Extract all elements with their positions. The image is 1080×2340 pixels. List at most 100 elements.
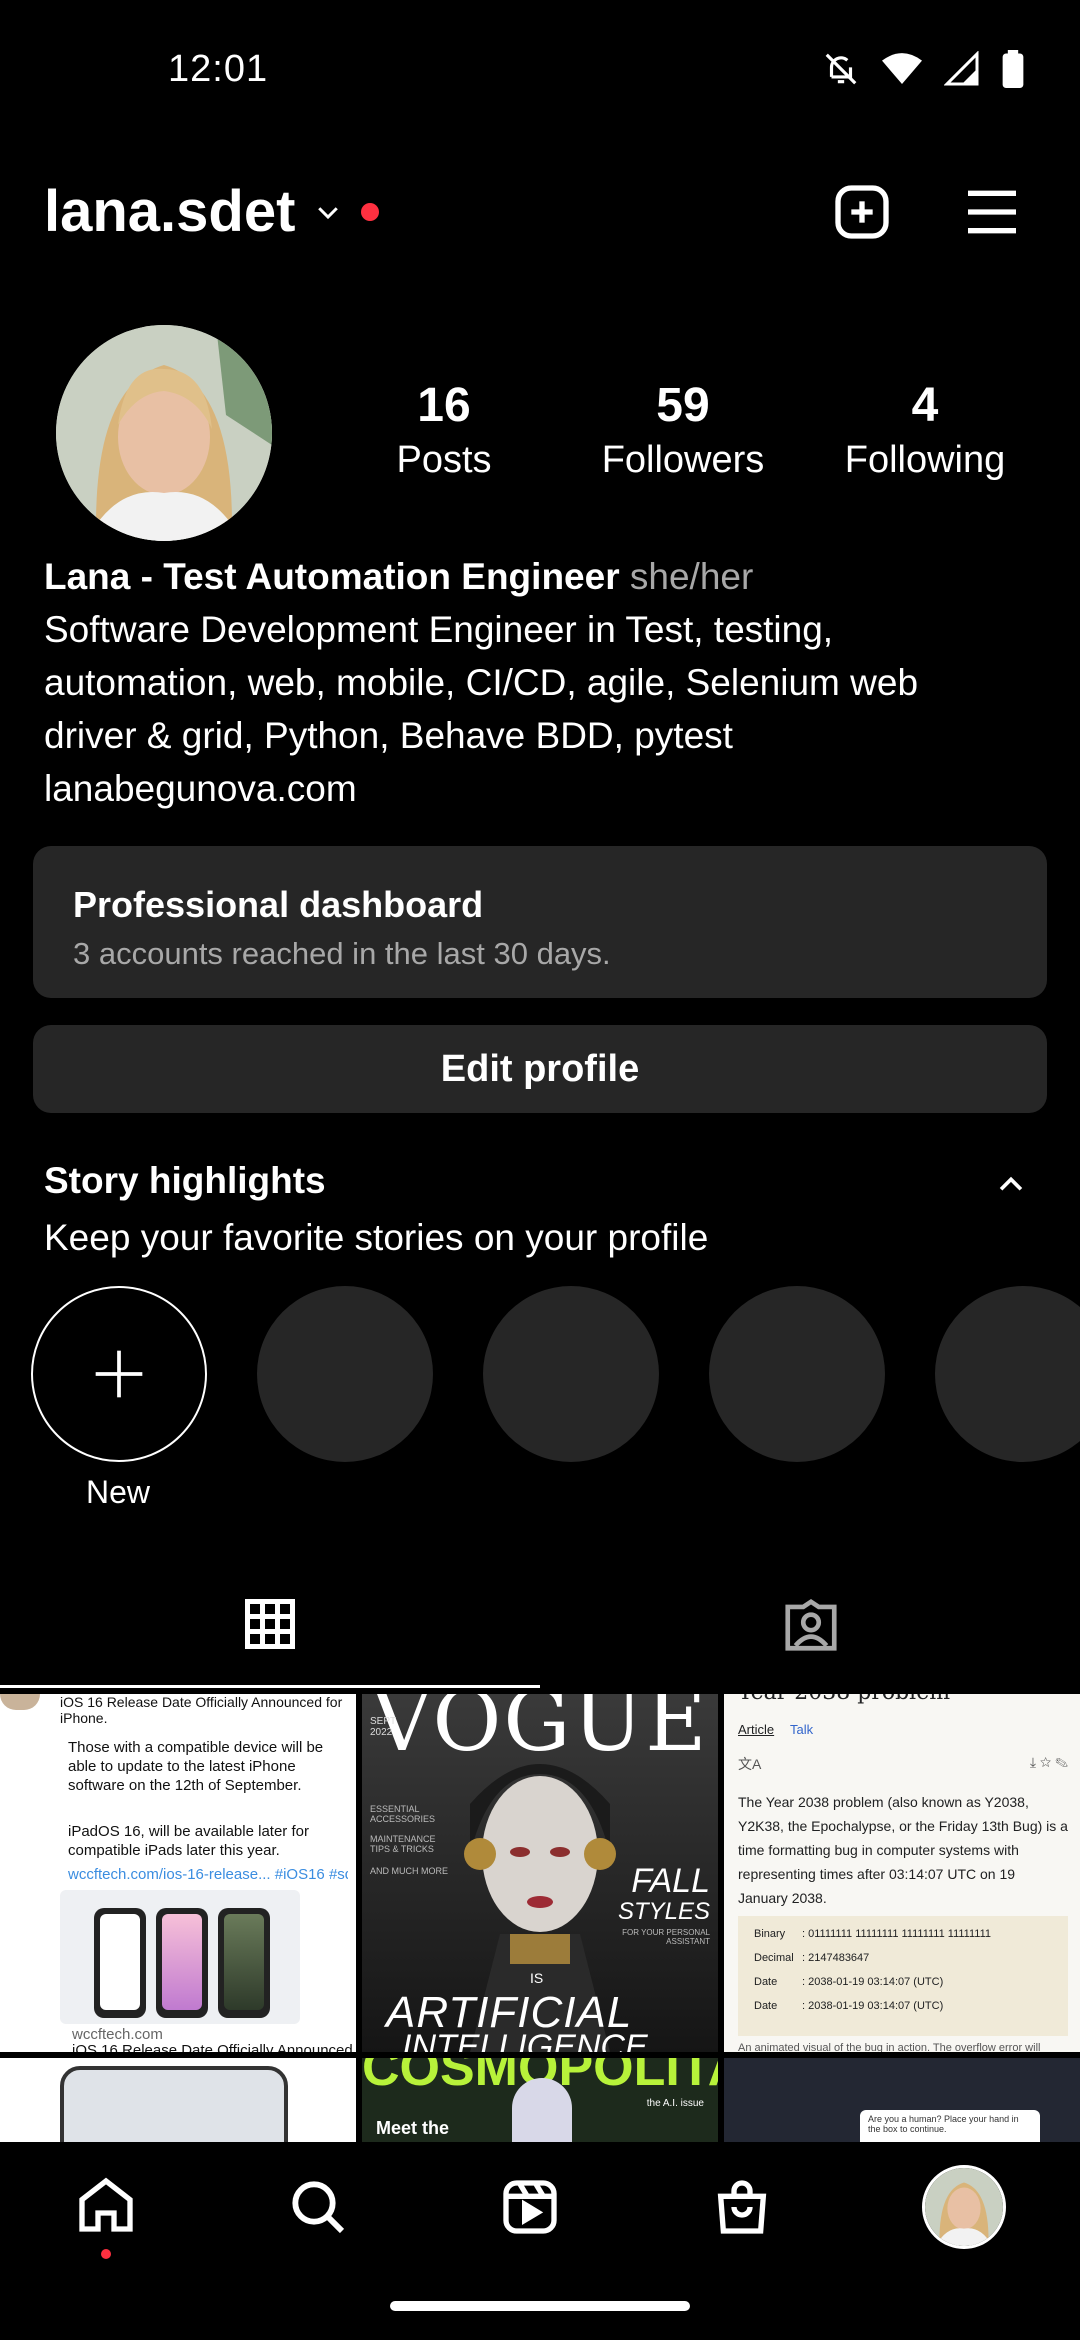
professional-dashboard-button[interactable]: Professional dashboard 3 accounts reache… — [33, 846, 1047, 998]
status-icons — [822, 50, 1024, 88]
article-tools-icons: ⤓ ☆ ✎ — [1029, 1754, 1068, 1770]
bio-line: automation, web, mobile, CI/CD, agile, S… — [44, 662, 919, 703]
profile-bio: Lana - Test Automation Engineer she/her … — [44, 550, 1044, 815]
post-thumbnail[interactable]: Are you a human? Place your hand in the … — [724, 2058, 1080, 2142]
post-thumbnail[interactable]: iOS 16 Release Date Officially Announced… — [0, 1694, 356, 2052]
following-count: 4 — [911, 379, 939, 432]
display-name: Lana - Test Automation Engineer — [44, 556, 620, 597]
stat-followers[interactable]: 59 Followers — [588, 378, 778, 482]
article-paragraph: The Year 2038 problem (also known as Y20… — [738, 1794, 1068, 1906]
shop-icon[interactable] — [710, 2175, 774, 2239]
create-post-icon[interactable] — [830, 180, 894, 244]
info-value: : 2038-01-19 03:14:07 (UTC) — [802, 1976, 944, 1988]
stat-following[interactable]: 4 Following — [830, 378, 1020, 482]
website-link[interactable]: lanabegunova.com — [44, 762, 1044, 815]
new-highlight-label: New — [86, 1474, 151, 1510]
translate-icon: 文A — [738, 1756, 762, 1772]
article-caption: An animated visual of the bug in action.… — [738, 2042, 1041, 2052]
post-text: iOS 16 Release Date Officially Announced… — [60, 1694, 343, 1726]
chevron-down-icon — [318, 206, 339, 219]
stat-posts[interactable]: 16 Posts — [364, 378, 524, 482]
cover-text: FALL — [631, 1862, 710, 1900]
chevron-up-icon[interactable] — [994, 1168, 1028, 1202]
home-icon — [79, 2177, 133, 2232]
info-key: Date — [754, 1976, 778, 1988]
cover-text: IS — [530, 1970, 544, 1986]
info-key: Date — [754, 2000, 778, 2012]
tagged-tab-icon[interactable] — [780, 1594, 842, 1656]
header-actions — [830, 180, 1024, 244]
bio-line: driver & grid, Python, Behave BDD, pytes… — [44, 715, 733, 756]
phones-image — [60, 1890, 300, 2024]
followers-label: Followers — [601, 439, 765, 481]
pronouns: she/her — [629, 556, 754, 597]
post-avatar — [0, 1694, 40, 1710]
post-thumbnail[interactable]: Year 2038 problem Article Talk 文A ⤓ ☆ ✎ … — [724, 1694, 1080, 2052]
article-title: Year 2038 problem — [738, 1694, 950, 1705]
article-tab: Article — [738, 1722, 775, 1737]
post-text: iPadOS 16, will be available later for c… — [68, 1823, 309, 1859]
post-link: wccftech.com/ios-16-release... #iOS16 #s… — [68, 1866, 348, 1883]
cover-date: SEPT 2022 — [370, 1716, 396, 1738]
post-text: iOS 16 Release Date Officially Announced — [72, 2042, 353, 2052]
cover-text: the A.I. issue — [646, 2098, 704, 2109]
story-highlights-title: Story highlights — [44, 1160, 326, 1201]
info-key: Decimal — [754, 1952, 794, 1964]
plus-icon — [95, 1350, 143, 1398]
dashboard-subtitle: 3 accounts reached in the last 30 days. — [73, 936, 611, 971]
home-indicator[interactable] — [390, 2301, 690, 2311]
astronaut-image — [512, 2078, 572, 2142]
active-tab-indicator — [0, 1685, 540, 1688]
notification-dot — [101, 2248, 111, 2259]
talk-tab: Talk — [790, 1722, 814, 1737]
reels-icon[interactable] — [498, 2175, 562, 2239]
following-label: Following — [844, 439, 1006, 481]
post-thumbnail[interactable]: VOGUE SEPT 2022 ESSENTIAL ACCESSORIES MA… — [362, 1694, 718, 2052]
post-thumbnail[interactable]: COSMOPOLITAN the A.I. issue Meet the — [362, 2058, 718, 2142]
post-thumbnail[interactable] — [0, 2058, 356, 2142]
phone-image — [60, 2066, 288, 2142]
signal-icon — [944, 51, 979, 86]
highlight-placeholder — [483, 1286, 659, 1462]
notification-dot — [361, 202, 380, 221]
highlight-placeholder — [709, 1286, 885, 1462]
username: lana.sdet — [44, 179, 296, 244]
cover-text: MAINTENANCE TIPS & TRICKS — [370, 1834, 436, 1854]
grid-tab-icon[interactable] — [240, 1594, 300, 1654]
info-value: : 2147483647 — [802, 1952, 870, 1964]
cover-text: Meet the — [376, 2118, 450, 2138]
wifi-icon — [882, 53, 922, 84]
posts-label: Posts — [396, 439, 492, 481]
menu-icon[interactable] — [960, 180, 1024, 244]
cover-text: FOR YOUR PERSONAL ASSISTANT — [622, 1928, 710, 1946]
search-icon[interactable] — [286, 2175, 350, 2239]
status-time: 12:01 — [168, 48, 269, 90]
highlight-placeholder — [257, 1286, 433, 1462]
cover-text: INTELLIGENCE — [402, 2028, 648, 2052]
posts-count: 16 — [417, 379, 471, 432]
info-box: Binary : 01111111 11111111 11111111 1111… — [738, 1916, 1068, 2036]
battery-icon — [1002, 50, 1024, 88]
bio-line: Software Development Engineer in Test, t… — [44, 609, 834, 650]
bottom-navigation — [0, 2142, 1080, 2272]
dashboard-title: Professional dashboard — [73, 884, 484, 925]
cover-text: ESSENTIAL ACCESSORIES — [370, 1804, 436, 1824]
post-domain: wccftech.com — [72, 2026, 163, 2043]
cover-text: STYLES — [617, 1898, 710, 1925]
cover-text: AND MUCH MORE — [370, 1866, 448, 1876]
captcha-text: Are you a human? Place your hand in the … — [860, 2110, 1040, 2142]
edit-profile-button[interactable]: Edit profile — [33, 1025, 1047, 1113]
info-value: : 01111111 11111111 11111111 11111111 — [802, 1928, 992, 1940]
mute-bell-icon — [825, 53, 857, 85]
info-value: : 2038-01-19 03:14:07 (UTC) — [802, 2000, 944, 2012]
story-highlights-subtitle: Keep your favorite stories on your profi… — [44, 1217, 709, 1258]
followers-count: 59 — [656, 379, 710, 432]
info-key: Binary — [754, 1928, 786, 1940]
account-switcher[interactable]: lana.sdet — [44, 178, 380, 245]
nav-profile-avatar[interactable] — [922, 2165, 1006, 2249]
post-text: Those with a compatible device will be a… — [68, 1739, 324, 1794]
new-highlight-button[interactable] — [31, 1286, 207, 1462]
highlight-placeholder — [935, 1286, 1080, 1462]
profile-avatar[interactable] — [56, 325, 272, 541]
nav-home[interactable] — [74, 2173, 138, 2259]
